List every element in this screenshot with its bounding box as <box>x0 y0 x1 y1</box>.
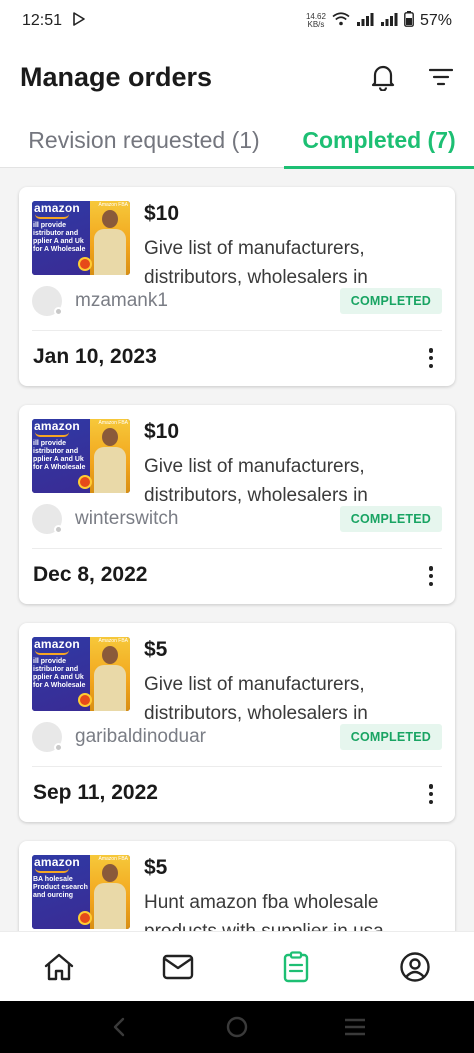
system-back-button[interactable] <box>99 1007 139 1047</box>
buyer-username: mzamank1 <box>75 290 168 311</box>
order-card[interactable]: amazon ill provide istributor and pplier… <box>19 623 455 822</box>
notifications-button[interactable] <box>368 62 398 92</box>
orders-icon <box>284 950 309 982</box>
home-icon <box>45 953 74 980</box>
divider <box>32 548 442 549</box>
system-home-button[interactable] <box>217 1007 257 1047</box>
bell-icon <box>371 65 395 91</box>
menu-icon <box>345 1018 365 1036</box>
tab-revision-requested[interactable]: Revision requested (1) <box>0 112 284 168</box>
more-options-button[interactable] <box>419 345 443 371</box>
more-options-button[interactable] <box>419 563 443 589</box>
avatar <box>32 722 63 752</box>
more-options-button[interactable] <box>419 781 443 807</box>
order-description: Give list of manufacturers, distributors… <box>144 456 368 506</box>
page-title: Manage orders <box>20 61 213 92</box>
status-time: 12:51 <box>22 12 63 29</box>
order-description: Give list of manufacturers, distributors… <box>144 674 368 724</box>
buyer-username: winterswitch <box>75 508 179 529</box>
battery-icon <box>404 10 414 32</box>
signal-icon <box>380 12 398 31</box>
online-status-dot <box>54 743 63 752</box>
order-description: Give list of manufacturers, distributors… <box>144 238 368 288</box>
wifi-icon <box>332 11 350 31</box>
order-price: $10 <box>144 202 180 225</box>
play-store-icon <box>72 11 86 31</box>
system-navigation-bar <box>0 1001 474 1053</box>
buyer-username: garibaldinoduar <box>75 726 206 747</box>
filter-icon <box>429 68 453 86</box>
order-card[interactable]: amazon ill provide istributor and pplier… <box>19 405 455 604</box>
nav-orders[interactable] <box>266 937 326 997</box>
gig-thumbnail: amazon ill provide istributor and pplier… <box>32 201 130 275</box>
online-status-dot <box>54 525 63 534</box>
status-badge: COMPLETED <box>339 724 442 750</box>
order-price: $5 <box>144 856 168 879</box>
system-recents-button[interactable] <box>335 1007 375 1047</box>
order-tabs: Revision requested (1) Completed (7) <box>0 112 474 169</box>
signal-icon <box>356 12 374 31</box>
battery-percentage: 57% <box>419 12 452 29</box>
avatar <box>32 286 63 316</box>
order-card[interactable]: amazon ill provide istributor and pplier… <box>19 187 455 386</box>
avatar <box>32 504 63 534</box>
nav-home[interactable] <box>29 937 89 997</box>
divider <box>32 330 442 331</box>
gig-thumbnail: amazon ill provide istributor and pplier… <box>32 419 130 493</box>
gig-thumbnail: amazon BA holesale Product esearch and o… <box>32 855 130 929</box>
nav-inbox[interactable] <box>148 937 208 997</box>
nav-profile[interactable] <box>385 937 445 997</box>
tab-completed[interactable]: Completed (7) <box>284 112 474 169</box>
order-price: $5 <box>144 638 168 661</box>
order-price: $10 <box>144 420 180 443</box>
order-date: Jan 10, 2023 <box>33 345 157 368</box>
bottom-navigation <box>0 931 474 1001</box>
order-date: Dec 8, 2022 <box>33 563 148 586</box>
gig-thumbnail: amazon ill provide istributor and pplier… <box>32 637 130 711</box>
filter-button[interactable] <box>426 62 456 92</box>
status-bar: 12:51 14.62 KB/s 57% <box>0 0 474 42</box>
order-date: Sep 11, 2022 <box>33 781 158 804</box>
inbox-icon <box>162 954 193 979</box>
profile-icon <box>400 951 430 982</box>
online-status-dot <box>54 307 63 316</box>
divider <box>32 766 442 767</box>
status-badge: COMPLETED <box>339 288 442 314</box>
network-speed: 14.62 KB/s <box>305 12 326 29</box>
app-header: Manage orders <box>0 42 474 112</box>
status-badge: COMPLETED <box>339 506 442 532</box>
circle-icon <box>226 1016 248 1038</box>
orders-list: amazon ill provide istributor and pplier… <box>19 187 455 1053</box>
back-icon <box>113 1017 125 1037</box>
